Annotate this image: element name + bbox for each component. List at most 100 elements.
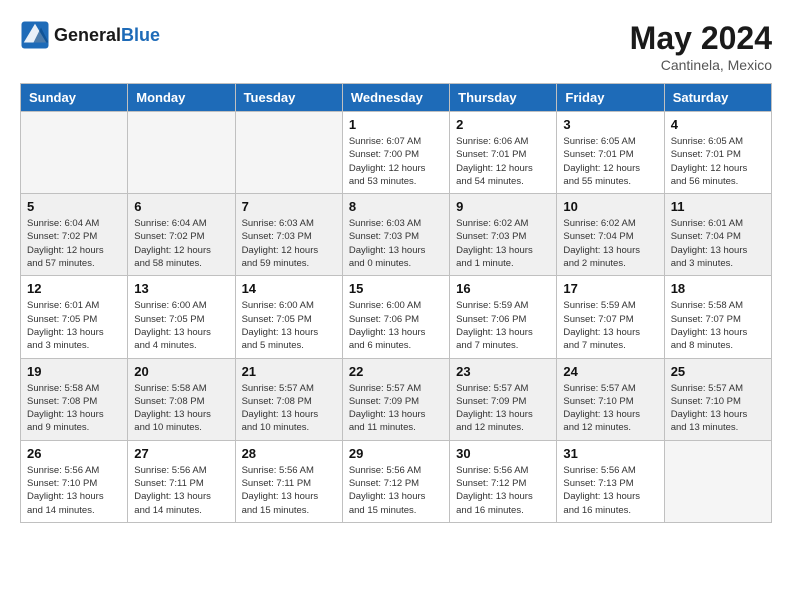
location: Cantinela, Mexico [630, 57, 772, 73]
calendar-body: 1Sunrise: 6:07 AM Sunset: 7:00 PM Daylig… [21, 112, 772, 523]
day-number: 25 [671, 364, 765, 379]
day-number: 12 [27, 281, 121, 296]
day-info: Sunrise: 5:59 AM Sunset: 7:06 PM Dayligh… [456, 299, 550, 352]
week-row-4: 19 Sunrise: 5:58 AM Sunset: 7:08 PM Dayli… [21, 358, 772, 440]
day-cell: 8Sunrise: 6:03 AM Sunset: 7:03 PM Daylig… [342, 194, 449, 276]
week-row-1: 1Sunrise: 6:07 AM Sunset: 7:00 PM Daylig… [21, 112, 772, 194]
month-year: May 2024 [630, 20, 772, 57]
day-number: 14 [242, 281, 336, 296]
header-row: Sunday Monday Tuesday Wednesday Thursday… [21, 84, 772, 112]
day-cell: 30 Sunrise: 5:56 AM Sunset: 7:12 PM Dayli… [450, 440, 557, 522]
day-info: Sunrise: 6:00 AM Sunset: 7:06 PM Dayligh… [349, 299, 443, 352]
week-row-3: 12 Sunrise: 6:01 AM Sunset: 7:05 PM Dayli… [21, 276, 772, 358]
day-cell: 12 Sunrise: 6:01 AM Sunset: 7:05 PM Dayli… [21, 276, 128, 358]
logo: GeneralBlue [20, 20, 160, 50]
day-cell: 15 Sunrise: 6:00 AM Sunset: 7:06 PM Dayli… [342, 276, 449, 358]
day-info: Sunrise: 6:03 AM Sunset: 7:03 PM Dayligh… [349, 217, 443, 270]
day-cell: 13 Sunrise: 6:00 AM Sunset: 7:05 PM Dayli… [128, 276, 235, 358]
day-info: Sunrise: 5:59 AM Sunset: 7:07 PM Dayligh… [563, 299, 657, 352]
header-wednesday: Wednesday [342, 84, 449, 112]
day-info: Sunrise: 6:07 AM Sunset: 7:00 PM Dayligh… [349, 135, 443, 188]
day-number: 20 [134, 364, 228, 379]
day-info: Sunrise: 5:56 AM Sunset: 7:12 PM Dayligh… [456, 464, 550, 517]
day-number: 6 [134, 199, 228, 214]
header-friday: Friday [557, 84, 664, 112]
calendar-header: Sunday Monday Tuesday Wednesday Thursday… [21, 84, 772, 112]
day-number: 18 [671, 281, 765, 296]
day-cell: 19 Sunrise: 5:58 AM Sunset: 7:08 PM Dayli… [21, 358, 128, 440]
day-number: 2 [456, 117, 550, 132]
day-number: 10 [563, 199, 657, 214]
day-info: Sunrise: 6:00 AM Sunset: 7:05 PM Dayligh… [134, 299, 228, 352]
logo-icon [20, 20, 50, 50]
day-number: 21 [242, 364, 336, 379]
day-number: 4 [671, 117, 765, 132]
page-header: GeneralBlue May 2024 Cantinela, Mexico [20, 20, 772, 73]
day-cell: 26 Sunrise: 5:56 AM Sunset: 7:10 PM Dayli… [21, 440, 128, 522]
day-number: 28 [242, 446, 336, 461]
day-cell [21, 112, 128, 194]
day-info: Sunrise: 5:58 AM Sunset: 7:07 PM Dayligh… [671, 299, 765, 352]
week-row-5: 26 Sunrise: 5:56 AM Sunset: 7:10 PM Dayli… [21, 440, 772, 522]
day-number: 11 [671, 199, 765, 214]
day-number: 15 [349, 281, 443, 296]
day-cell: 3Sunrise: 6:05 AM Sunset: 7:01 PM Daylig… [557, 112, 664, 194]
day-number: 31 [563, 446, 657, 461]
day-info: Sunrise: 5:56 AM Sunset: 7:11 PM Dayligh… [134, 464, 228, 517]
day-number: 22 [349, 364, 443, 379]
title-block: May 2024 Cantinela, Mexico [630, 20, 772, 73]
week-row-2: 5Sunrise: 6:04 AM Sunset: 7:02 PM Daylig… [21, 194, 772, 276]
day-info: Sunrise: 6:02 AM Sunset: 7:04 PM Dayligh… [563, 217, 657, 270]
day-cell [235, 112, 342, 194]
day-number: 17 [563, 281, 657, 296]
day-number: 9 [456, 199, 550, 214]
logo-text: GeneralBlue [54, 25, 160, 46]
header-thursday: Thursday [450, 84, 557, 112]
day-cell: 17 Sunrise: 5:59 AM Sunset: 7:07 PM Dayli… [557, 276, 664, 358]
day-number: 19 [27, 364, 121, 379]
day-info: Sunrise: 6:05 AM Sunset: 7:01 PM Dayligh… [671, 135, 765, 188]
day-cell: 9 Sunrise: 6:02 AM Sunset: 7:03 PM Daylig… [450, 194, 557, 276]
day-cell: 23Sunrise: 5:57 AM Sunset: 7:09 PM Dayli… [450, 358, 557, 440]
day-info: Sunrise: 5:57 AM Sunset: 7:10 PM Dayligh… [671, 382, 765, 435]
day-number: 3 [563, 117, 657, 132]
calendar-table: Sunday Monday Tuesday Wednesday Thursday… [20, 83, 772, 523]
day-number: 13 [134, 281, 228, 296]
day-info: Sunrise: 5:56 AM Sunset: 7:10 PM Dayligh… [27, 464, 121, 517]
day-cell: 22Sunrise: 5:57 AM Sunset: 7:09 PM Dayli… [342, 358, 449, 440]
day-info: Sunrise: 6:00 AM Sunset: 7:05 PM Dayligh… [242, 299, 336, 352]
day-number: 30 [456, 446, 550, 461]
header-monday: Monday [128, 84, 235, 112]
day-info: Sunrise: 6:01 AM Sunset: 7:05 PM Dayligh… [27, 299, 121, 352]
day-number: 26 [27, 446, 121, 461]
day-info: Sunrise: 5:57 AM Sunset: 7:10 PM Dayligh… [563, 382, 657, 435]
day-number: 5 [27, 199, 121, 214]
day-cell: 1Sunrise: 6:07 AM Sunset: 7:00 PM Daylig… [342, 112, 449, 194]
day-number: 23 [456, 364, 550, 379]
day-cell: 18 Sunrise: 5:58 AM Sunset: 7:07 PM Dayli… [664, 276, 771, 358]
day-info: Sunrise: 5:56 AM Sunset: 7:11 PM Dayligh… [242, 464, 336, 517]
header-saturday: Saturday [664, 84, 771, 112]
day-cell: 14 Sunrise: 6:00 AM Sunset: 7:05 PM Dayli… [235, 276, 342, 358]
header-tuesday: Tuesday [235, 84, 342, 112]
day-cell: 5Sunrise: 6:04 AM Sunset: 7:02 PM Daylig… [21, 194, 128, 276]
day-cell: 16Sunrise: 5:59 AM Sunset: 7:06 PM Dayli… [450, 276, 557, 358]
day-cell: 27 Sunrise: 5:56 AM Sunset: 7:11 PM Dayli… [128, 440, 235, 522]
day-cell: 7Sunrise: 6:03 AM Sunset: 7:03 PM Daylig… [235, 194, 342, 276]
day-info: Sunrise: 6:03 AM Sunset: 7:03 PM Dayligh… [242, 217, 336, 270]
day-info: Sunrise: 6:02 AM Sunset: 7:03 PM Dayligh… [456, 217, 550, 270]
day-info: Sunrise: 5:58 AM Sunset: 7:08 PM Dayligh… [27, 382, 121, 435]
day-info: Sunrise: 5:58 AM Sunset: 7:08 PM Dayligh… [134, 382, 228, 435]
day-cell: 2Sunrise: 6:06 AM Sunset: 7:01 PM Daylig… [450, 112, 557, 194]
day-cell: 21 Sunrise: 5:57 AM Sunset: 7:08 PM Dayli… [235, 358, 342, 440]
day-info: Sunrise: 5:56 AM Sunset: 7:12 PM Dayligh… [349, 464, 443, 517]
day-info: Sunrise: 5:57 AM Sunset: 7:08 PM Dayligh… [242, 382, 336, 435]
day-number: 27 [134, 446, 228, 461]
day-cell [664, 440, 771, 522]
day-cell: 10 Sunrise: 6:02 AM Sunset: 7:04 PM Dayli… [557, 194, 664, 276]
header-sunday: Sunday [21, 84, 128, 112]
day-number: 29 [349, 446, 443, 461]
day-cell: 11 Sunrise: 6:01 AM Sunset: 7:04 PM Dayli… [664, 194, 771, 276]
day-cell: 24Sunrise: 5:57 AM Sunset: 7:10 PM Dayli… [557, 358, 664, 440]
day-info: Sunrise: 6:01 AM Sunset: 7:04 PM Dayligh… [671, 217, 765, 270]
